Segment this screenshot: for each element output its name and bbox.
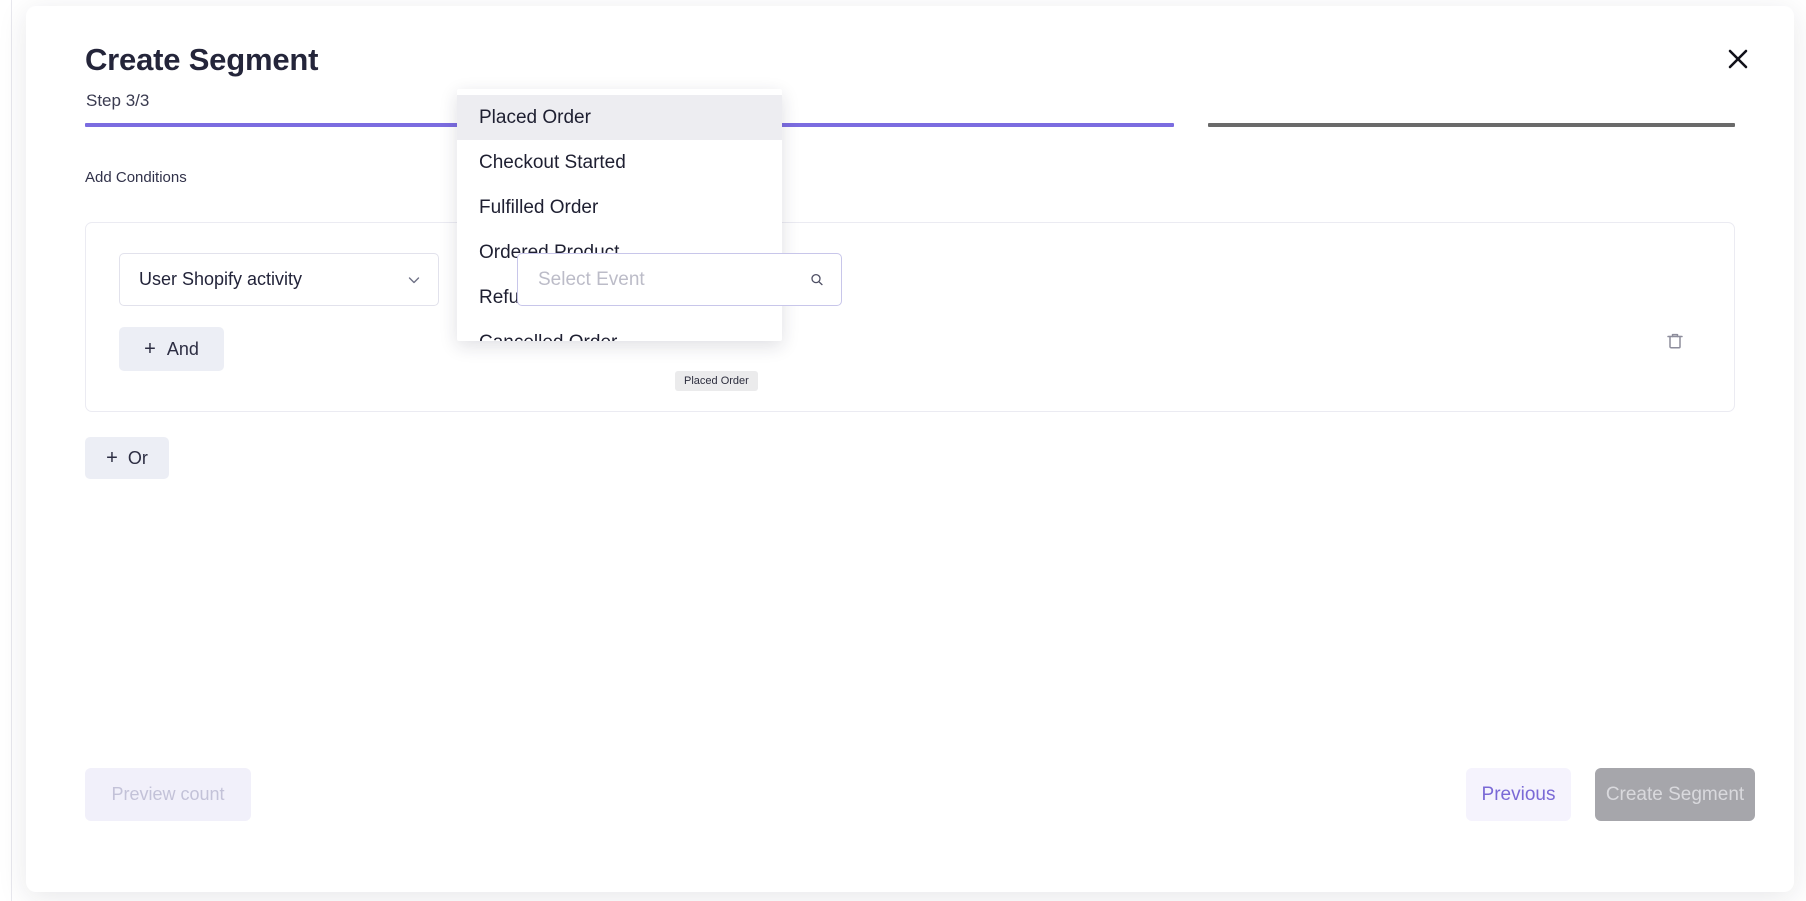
background-text-fragment (1, 470, 10, 479)
background-text-fragment (1, 640, 10, 649)
background-text-fragment (1, 560, 10, 569)
or-button-label: Or (127, 447, 148, 468)
trash-icon[interactable] (1659, 325, 1691, 357)
search-icon (809, 272, 825, 288)
tooltip: Placed Order (675, 371, 758, 391)
dropdown-item-checkout-started[interactable]: Checkout Started (457, 140, 782, 185)
progress-bar (85, 123, 1735, 129)
create-segment-button[interactable]: Create Segment (1595, 768, 1755, 821)
conditions-card: User Shopify activity + And (85, 222, 1735, 412)
footer-actions: Previous Create Segment (1466, 768, 1755, 821)
add-conditions-label: Add Conditions (85, 169, 187, 186)
dropdown-item-cancelled-order[interactable]: Cancelled Order (457, 320, 782, 342)
background-text-fragment (1, 720, 10, 729)
add-or-condition-button[interactable]: + Or (85, 437, 169, 479)
dropdown-item-placed-order[interactable]: Placed Order (457, 95, 782, 140)
background-text-fragment (1, 300, 10, 309)
preview-count-button[interactable]: Preview count (85, 768, 251, 821)
background-text-fragment (1, 180, 10, 189)
event-search-box[interactable] (517, 253, 842, 306)
and-button-label: And (166, 338, 199, 359)
create-segment-modal: Create Segment Step 3/3 Add Conditions U… (26, 6, 1794, 892)
progress-segment-3 (1207, 123, 1735, 127)
step-indicator: Step 3/3 (86, 91, 150, 110)
previous-button[interactable]: Previous (1466, 768, 1571, 821)
add-and-condition-button[interactable]: + And (119, 327, 224, 371)
search-input[interactable] (538, 268, 801, 291)
page-title: Create Segment (85, 42, 319, 77)
source-select[interactable]: User Shopify activity (119, 253, 439, 306)
plus-icon: + (106, 447, 118, 469)
source-select-value: User Shopify activity (139, 269, 303, 289)
chevron-down-icon (406, 272, 422, 288)
background-left-strip (0, 0, 12, 901)
close-icon[interactable] (1721, 42, 1755, 76)
plus-icon: + (144, 338, 156, 360)
dropdown-item-fulfilled-order[interactable]: Fulfilled Order (457, 185, 782, 230)
